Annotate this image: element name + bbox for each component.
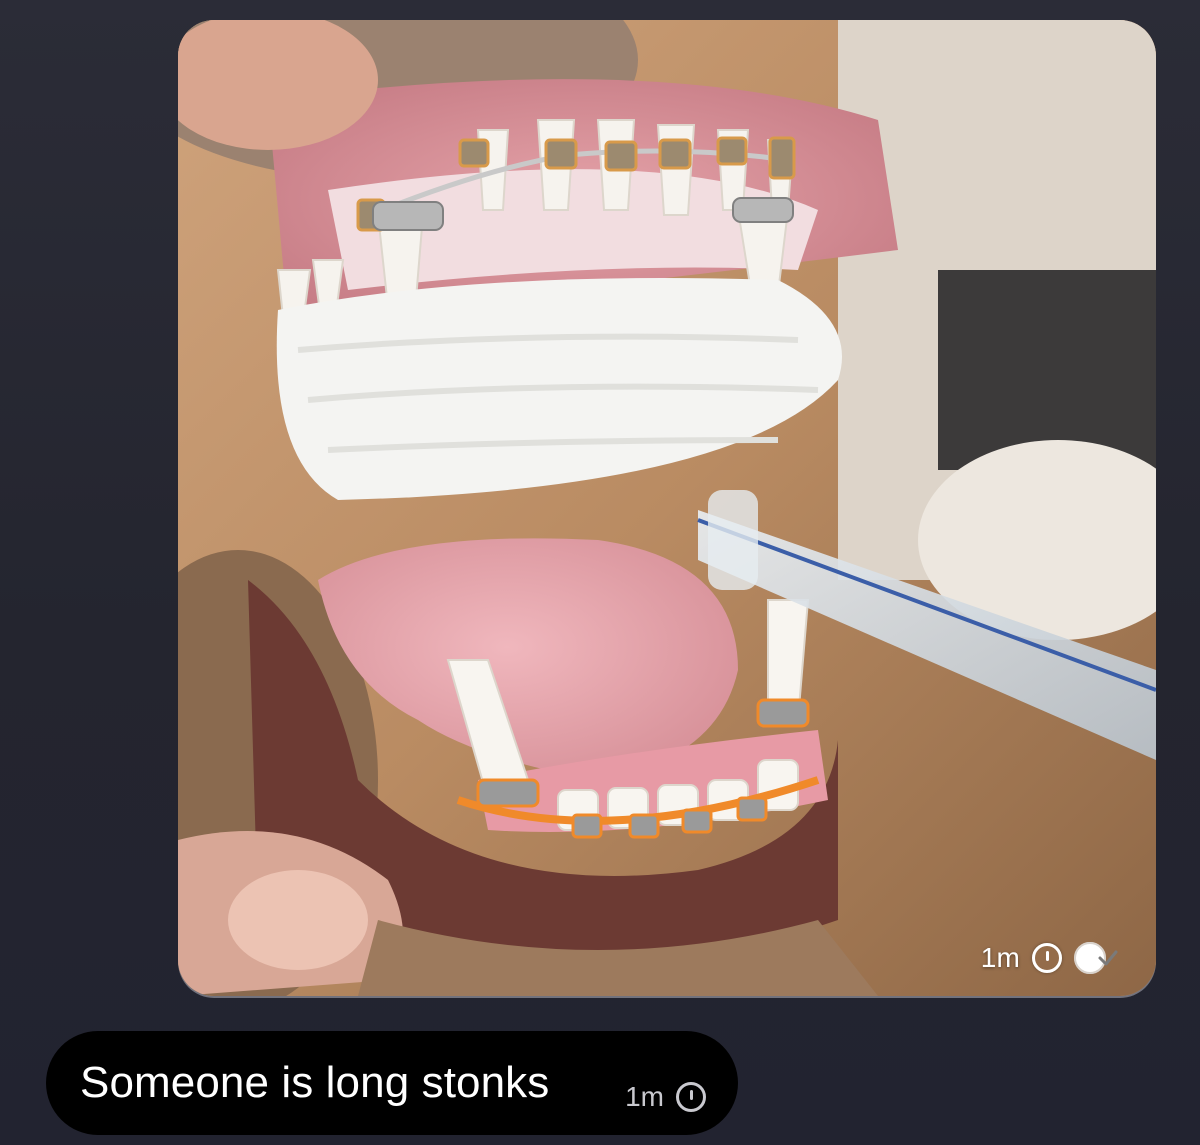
clock-icon — [1032, 943, 1062, 973]
text-message-bubble[interactable]: Someone is long stonks 1m — [46, 1031, 738, 1135]
text-message-meta: 1m — [625, 1081, 706, 1113]
clock-icon — [676, 1082, 706, 1112]
chat-thread: 1m Someone is long stonks 1m — [0, 0, 1200, 1145]
dog-braces-photo[interactable] — [178, 20, 1156, 996]
read-receipt-icon — [1074, 942, 1124, 974]
image-message-bubble[interactable]: 1m — [178, 20, 1156, 996]
message-text: Someone is long stonks — [80, 1058, 550, 1107]
message-time: 1m — [625, 1081, 664, 1112]
image-message-meta: 1m — [981, 942, 1124, 974]
message-time: 1m — [980, 942, 1020, 973]
